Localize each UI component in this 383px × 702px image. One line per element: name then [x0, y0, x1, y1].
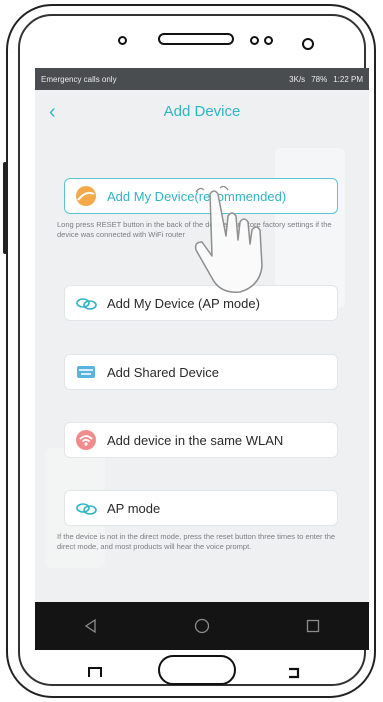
option-label: Add Shared Device [107, 364, 220, 380]
tap-hand-icon [190, 185, 280, 296]
camera-icon [250, 36, 259, 45]
option-label: AP mode [107, 500, 161, 516]
device-icon [75, 185, 97, 207]
add-device-same-wlan-button[interactable]: Add device in the same WLAN [64, 422, 338, 458]
status-indicators: 3K/s 78% 1:22 PM [289, 75, 363, 84]
camera-icon [264, 36, 273, 45]
network-speed: 3K/s [289, 74, 306, 84]
hardware-back-key[interactable] [288, 666, 300, 679]
android-nav-bar [35, 602, 369, 650]
phone-screen: Emergency calls only 3K/s 78% 1:22 PM ‹ … [35, 68, 369, 650]
option-label: Add My Device (AP mode) [107, 295, 260, 311]
keyboard-icon [75, 361, 97, 383]
link-icon [75, 292, 97, 314]
nav-back-icon[interactable] [71, 606, 111, 646]
hardware-home-button[interactable] [158, 655, 236, 685]
front-camera-icon [302, 38, 314, 50]
status-carrier: Emergency calls only [41, 74, 117, 84]
wifi-icon [75, 429, 97, 451]
sensor-icon [118, 36, 127, 45]
app-header: ‹ Add Device [35, 90, 369, 134]
link-icon [75, 497, 97, 519]
ap-mode-hint-text: If the device is not in the direct mode,… [57, 532, 336, 551]
ap-mode-button[interactable]: AP mode [64, 490, 338, 526]
nav-home-icon[interactable] [182, 606, 222, 646]
nav-recents-icon[interactable] [293, 606, 333, 646]
add-shared-device-button[interactable]: Add Shared Device [64, 354, 338, 390]
side-button [3, 162, 7, 254]
status-time: 1:22 PM [333, 74, 363, 84]
speaker-grille [158, 33, 234, 45]
battery-level: 78% [311, 74, 328, 84]
hardware-recents-key[interactable] [88, 667, 102, 677]
option-label: Add device in the same WLAN [107, 432, 284, 448]
page-title: Add Device [163, 103, 241, 120]
status-bar: Emergency calls only 3K/s 78% 1:22 PM [35, 68, 369, 90]
